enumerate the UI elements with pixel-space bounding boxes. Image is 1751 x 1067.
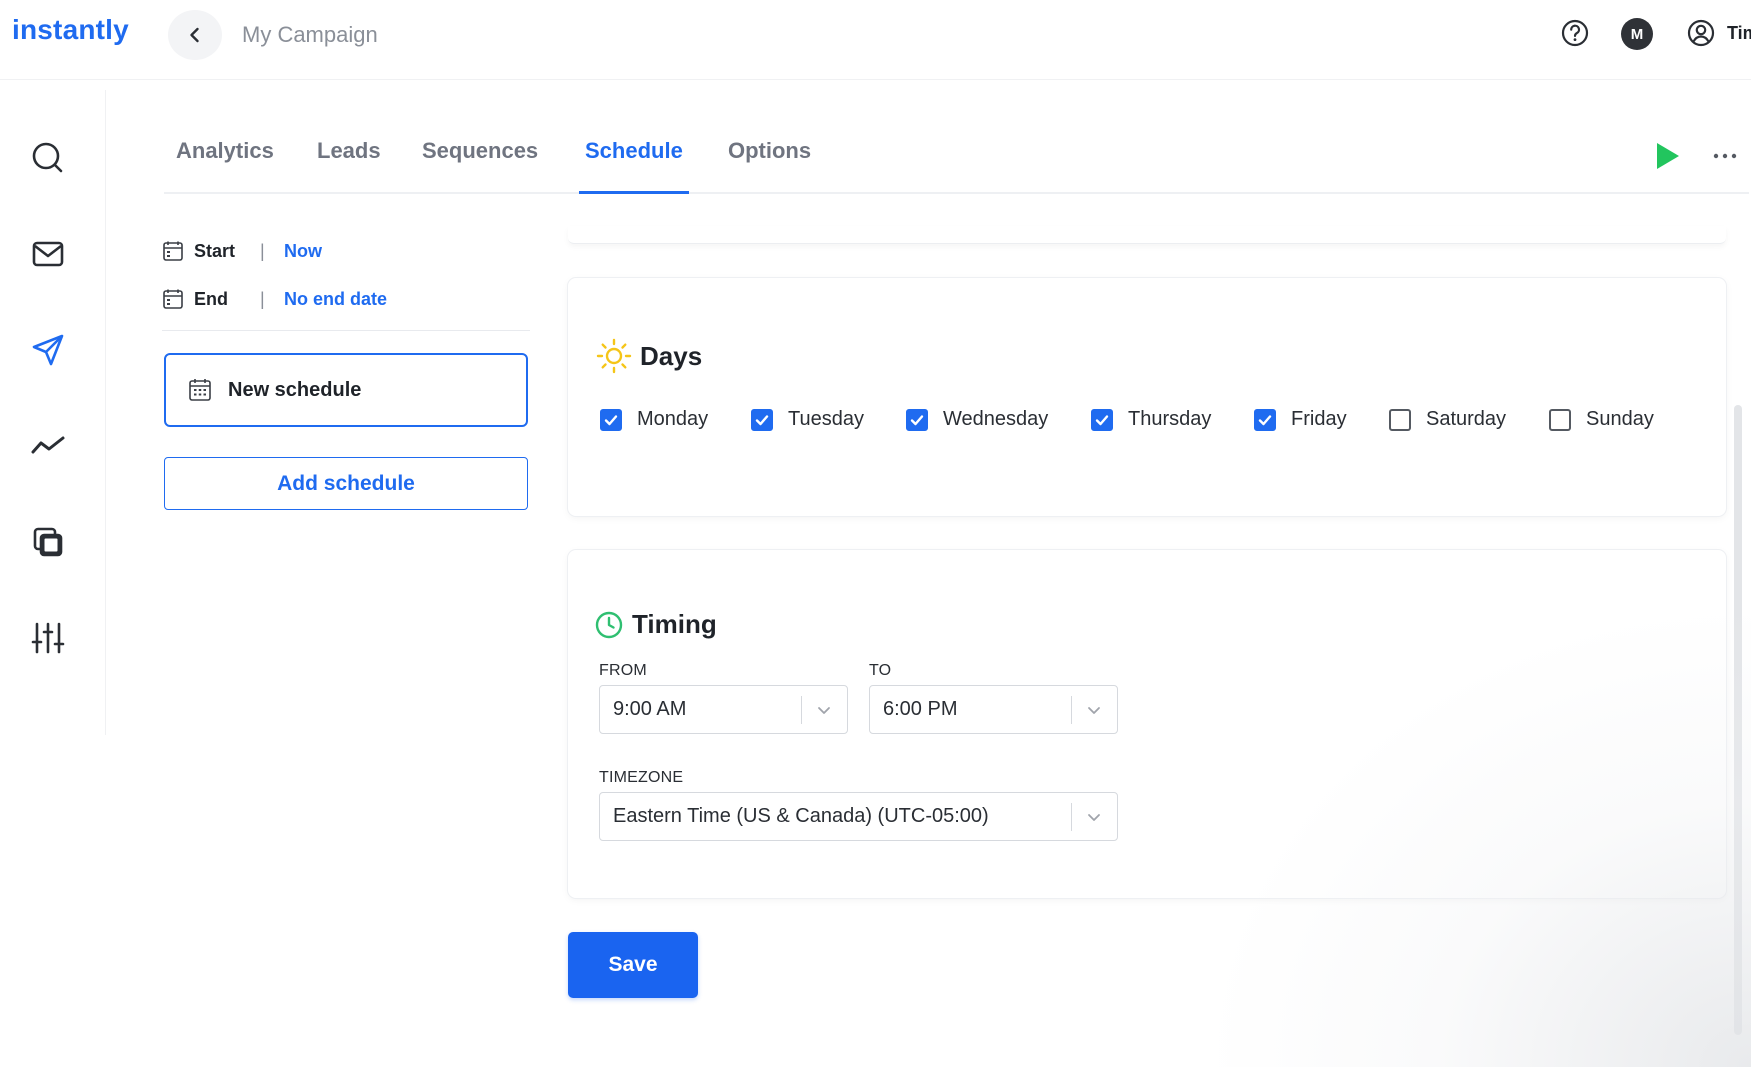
checkbox[interactable] bbox=[1389, 408, 1411, 431]
campaign-tabs: Analytics Leads Sequences Schedule Optio… bbox=[164, 120, 1749, 194]
day-label: Monday bbox=[637, 408, 709, 430]
start-value-link[interactable]: Now bbox=[284, 241, 322, 262]
timezone-label: TIMEZONE bbox=[599, 769, 684, 786]
more-horizontal-icon[interactable] bbox=[1712, 146, 1738, 166]
sliders-icon bbox=[31, 622, 65, 654]
back-button[interactable] bbox=[168, 10, 222, 60]
avatar[interactable]: M bbox=[1621, 18, 1653, 50]
days-card: Days Monday Tuesday Wednesday Thursday F… bbox=[568, 278, 1726, 516]
day-label: Thursday bbox=[1128, 408, 1212, 430]
previous-card-edge bbox=[568, 226, 1726, 244]
user-circle-icon[interactable] bbox=[1686, 18, 1716, 48]
days-title: Days bbox=[596, 338, 702, 374]
check-icon bbox=[755, 414, 769, 425]
checkbox[interactable] bbox=[1091, 408, 1113, 431]
help-circle-icon[interactable] bbox=[1560, 18, 1590, 48]
save-button[interactable]: Save bbox=[568, 932, 698, 998]
campaign-name: My Campaign bbox=[242, 22, 378, 47]
day-checkbox-friday[interactable]: Friday bbox=[1254, 408, 1347, 431]
separator: | bbox=[260, 240, 265, 261]
calendar-icon bbox=[163, 289, 183, 309]
checkbox[interactable] bbox=[1549, 408, 1571, 431]
day-label: Wednesday bbox=[943, 408, 1049, 430]
day-label: Tuesday bbox=[788, 408, 864, 430]
checkbox[interactable] bbox=[1254, 408, 1276, 431]
schedule-item-new-schedule[interactable]: New schedule bbox=[164, 353, 528, 427]
checkbox[interactable] bbox=[906, 408, 928, 431]
checkbox[interactable] bbox=[751, 408, 773, 431]
day-checkbox-monday[interactable]: Monday bbox=[600, 408, 708, 431]
check-icon bbox=[1095, 414, 1109, 425]
select-separator bbox=[801, 696, 802, 724]
start-label: Start bbox=[194, 240, 236, 261]
app-logo[interactable]: instantly bbox=[12, 14, 129, 46]
timing-card: Timing FROM 9:00 AM TO 6:00 PM TIMEZONE … bbox=[568, 550, 1726, 898]
tab-leads[interactable]: Leads bbox=[311, 138, 387, 194]
from-label: FROM bbox=[599, 662, 647, 679]
checkbox[interactable] bbox=[600, 408, 622, 431]
to-time-select[interactable]: 6:00 PM bbox=[869, 685, 1118, 734]
sun-icon bbox=[596, 338, 632, 374]
check-icon bbox=[1258, 414, 1272, 425]
from-time-value: 9:00 AM bbox=[613, 698, 687, 720]
analytics-icon bbox=[31, 436, 65, 454]
timezone-select[interactable]: Eastern Time (US & Canada) (UTC-05:00) bbox=[599, 792, 1118, 841]
mail-icon bbox=[32, 241, 64, 267]
end-value-link[interactable]: No end date bbox=[284, 289, 387, 310]
add-schedule-button[interactable]: Add schedule bbox=[164, 457, 528, 510]
day-label: Saturday bbox=[1426, 408, 1507, 430]
day-label: Sunday bbox=[1586, 408, 1654, 430]
day-checkbox-thursday[interactable]: Thursday bbox=[1091, 408, 1211, 431]
calendar-icon bbox=[163, 241, 183, 261]
from-time-select[interactable]: 9:00 AM bbox=[599, 685, 848, 734]
scrollbar[interactable] bbox=[1734, 405, 1742, 1035]
schedule-item-label: New schedule bbox=[228, 378, 362, 401]
select-separator bbox=[1071, 803, 1072, 831]
nav-mail[interactable] bbox=[30, 236, 66, 272]
left-nav-rail bbox=[0, 90, 106, 735]
user-name[interactable]: Tim bbox=[1727, 23, 1751, 44]
nav-analytics[interactable] bbox=[30, 428, 66, 464]
timezone-value: Eastern Time (US & Canada) (UTC-05:00) bbox=[613, 805, 989, 827]
start-date-row: Start | Now bbox=[162, 236, 530, 266]
day-checkbox-saturday[interactable]: Saturday bbox=[1389, 408, 1506, 431]
timing-title-text: Timing bbox=[632, 609, 717, 639]
day-checkbox-wednesday[interactable]: Wednesday bbox=[906, 408, 1048, 431]
chevron-down-icon bbox=[818, 707, 830, 714]
nav-settings[interactable] bbox=[30, 620, 66, 656]
end-date-row: End | No end date bbox=[162, 284, 530, 314]
timing-title: Timing bbox=[594, 609, 717, 640]
select-separator bbox=[1071, 696, 1072, 724]
day-checkbox-sunday[interactable]: Sunday bbox=[1549, 408, 1654, 431]
days-title-text: Days bbox=[640, 340, 703, 371]
tab-sequences[interactable]: Sequences bbox=[416, 138, 544, 194]
end-label: End bbox=[194, 288, 228, 309]
clock-icon bbox=[595, 611, 623, 638]
nav-campaigns[interactable] bbox=[30, 332, 66, 368]
nav-search[interactable] bbox=[30, 140, 66, 176]
top-bar: instantly My Campaign M Tim bbox=[0, 0, 1751, 80]
day-label: Friday bbox=[1291, 408, 1347, 430]
chevron-down-icon bbox=[1088, 707, 1100, 714]
search-icon bbox=[32, 142, 63, 173]
check-icon bbox=[604, 414, 618, 425]
check-icon bbox=[910, 414, 924, 425]
chevron-left-icon bbox=[190, 27, 199, 43]
separator: | bbox=[260, 288, 265, 309]
tab-schedule[interactable]: Schedule bbox=[579, 138, 689, 194]
tab-options[interactable]: Options bbox=[722, 138, 817, 194]
chevron-down-icon bbox=[1088, 814, 1100, 821]
copy-icon bbox=[33, 527, 63, 557]
to-time-value: 6:00 PM bbox=[883, 698, 958, 720]
calendar-icon bbox=[189, 379, 211, 401]
day-checkbox-tuesday[interactable]: Tuesday bbox=[751, 408, 864, 431]
play-icon[interactable] bbox=[1652, 140, 1682, 172]
divider bbox=[162, 330, 530, 331]
nav-templates[interactable] bbox=[30, 524, 66, 560]
to-label: TO bbox=[869, 662, 892, 679]
tab-analytics[interactable]: Analytics bbox=[170, 138, 280, 194]
send-icon bbox=[32, 334, 64, 366]
